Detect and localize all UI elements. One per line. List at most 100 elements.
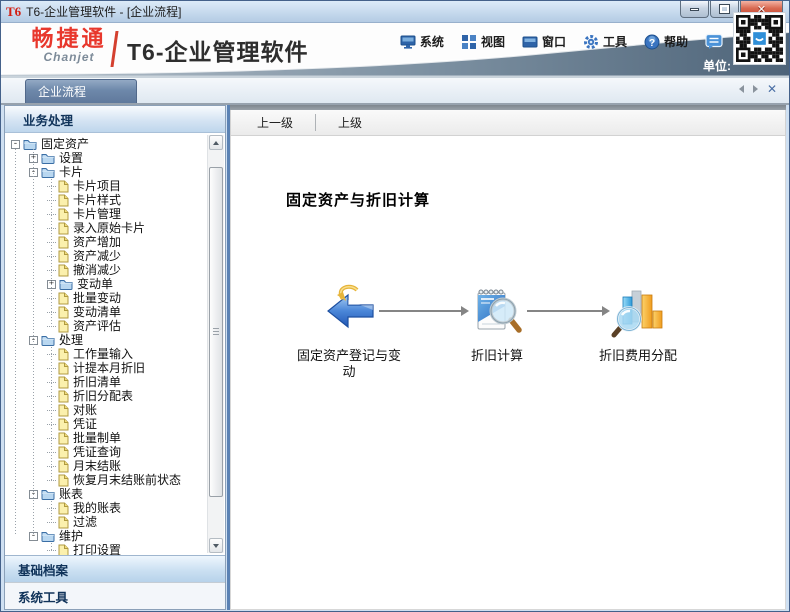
tree-item[interactable]: 折旧清单 xyxy=(5,375,225,389)
gear-icon xyxy=(583,34,598,49)
scrollbar-thumb[interactable] xyxy=(209,167,223,497)
tree-item[interactable]: 卡片管理 xyxy=(5,207,225,221)
file-icon xyxy=(58,292,69,305)
tree-item-label: 卡片项目 xyxy=(73,179,122,193)
tree-item[interactable]: 计提本月折旧 xyxy=(5,361,225,375)
tree-item[interactable]: 变动清单 xyxy=(5,305,225,319)
tree-item[interactable]: 批量变动 xyxy=(5,291,225,305)
tree-item[interactable]: 折旧分配表 xyxy=(5,389,225,403)
flow-toolbar: 上一级 上级 xyxy=(230,110,786,136)
menu-chat[interactable] xyxy=(705,33,723,50)
tree-item[interactable]: 卡片样式 xyxy=(5,193,225,207)
tree-item[interactable]: +设置 xyxy=(5,151,225,165)
tree-item[interactable]: 资产增加 xyxy=(5,235,225,249)
tree-item[interactable]: -维护 xyxy=(5,529,225,543)
flow-step-label: 折旧计算 xyxy=(470,348,523,363)
tree-item-label: 折旧分配表 xyxy=(73,389,134,403)
tree-item[interactable]: 工作量输入 xyxy=(5,347,225,361)
tree-item[interactable]: 批量制单 xyxy=(5,431,225,445)
tree-item[interactable]: 资产评估 xyxy=(5,319,225,333)
tab-scroll-right-icon[interactable] xyxy=(752,85,758,93)
flow-step-label: 固定资产登记与变动 xyxy=(296,348,401,379)
tree-item[interactable]: -账表 xyxy=(5,487,225,501)
sidebar-panel-base-archives[interactable]: 基础档案 xyxy=(5,555,225,582)
tree-item[interactable]: +变动单 xyxy=(5,277,225,291)
file-icon xyxy=(58,362,69,375)
menu-label: 系统 xyxy=(419,35,444,49)
tree-item-label: 资产增加 xyxy=(73,235,122,249)
tree-item[interactable]: 资产减少 xyxy=(5,249,225,263)
scroll-down-icon xyxy=(213,543,219,548)
logo-en-text: Chanjet xyxy=(43,50,95,64)
sidebar-panel-system-tools[interactable]: 系统工具 xyxy=(5,582,225,609)
flow-diagram: 固定资产登记与变动 折旧计算 折旧费用分配 xyxy=(297,284,677,380)
tree-item[interactable]: 撤消减少 xyxy=(5,263,225,277)
flow-step-expense-allocation[interactable]: 折旧费用分配 xyxy=(599,284,677,364)
flow-step-depreciation-calc[interactable]: 折旧计算 xyxy=(467,284,527,364)
help-icon: ? xyxy=(644,34,660,49)
up-level-button[interactable]: 上级 xyxy=(332,114,368,131)
menu-window[interactable]: 窗口 xyxy=(522,33,566,50)
menu-label: 视图 xyxy=(480,35,505,49)
header-banner: 畅捷通 Chanjet T6-企业管理软件 系统 视图 窗口 工具 ? 帮助 单… xyxy=(1,23,789,78)
menu-help[interactable]: ? 帮助 xyxy=(644,33,688,50)
window-body: 业务处理 - 固定资产+设置-卡片卡片项目卡片样式卡片管理录入原始卡片资产增加资产… xyxy=(1,105,789,611)
scroll-down-button[interactable] xyxy=(209,538,223,553)
tree-item[interactable]: - 固定资产 xyxy=(5,137,225,151)
tab-strip: 企业流程 ✕ xyxy=(1,78,789,105)
menu-view[interactable]: 视图 xyxy=(461,33,505,50)
tree-item-label: 凭证查询 xyxy=(73,445,122,459)
tree-item-label: 我的账表 xyxy=(73,501,122,515)
tree-item[interactable]: 凭证 xyxy=(5,417,225,431)
main-area: 上一级 上级 固定资产与折旧计算 固定资产登记与变动 折旧计算 折旧费用分配 xyxy=(230,105,786,610)
tree-item[interactable]: 卡片项目 xyxy=(5,179,225,193)
tree-item[interactable]: 过滤 xyxy=(5,515,225,529)
tree-item-label: 月末结账 xyxy=(73,459,122,473)
tree-item[interactable]: -处理 xyxy=(5,333,225,347)
tree-item[interactable]: -卡片 xyxy=(5,165,225,179)
up-one-level-button[interactable]: 上一级 xyxy=(251,114,299,131)
tree-item-label: 录入原始卡片 xyxy=(73,221,146,235)
tree-toggle-icon[interactable]: - xyxy=(11,139,20,149)
file-icon xyxy=(58,418,69,431)
tree-item[interactable]: 打印设置 xyxy=(5,543,225,555)
tree-item-label: 计提本月折旧 xyxy=(73,361,146,375)
tree-item-label: 工作量输入 xyxy=(73,347,134,361)
tree-item-label: 恢复月末结账前状态 xyxy=(73,473,182,487)
tree-item[interactable]: 录入原始卡片 xyxy=(5,221,225,235)
tree-item-label: 卡片管理 xyxy=(73,207,122,221)
menu-tools[interactable]: 工具 xyxy=(583,33,627,50)
tree-scrollbar[interactable] xyxy=(207,135,224,553)
scroll-up-button[interactable] xyxy=(209,135,223,150)
panel-label: 业务处理 xyxy=(23,113,74,128)
panel-label: 系统工具 xyxy=(18,590,69,605)
scroll-up-icon xyxy=(213,140,219,145)
file-icon xyxy=(58,306,69,319)
title-bar[interactable]: T6 T6-企业管理软件 - [企业流程] xyxy=(1,1,789,23)
sidebar-panel-business[interactable]: 业务处理 xyxy=(5,106,225,133)
tree-item[interactable]: 凭证查询 xyxy=(5,445,225,459)
tree-item[interactable]: 对账 xyxy=(5,403,225,417)
minimize-button[interactable] xyxy=(680,1,709,18)
menu-system[interactable]: 系统 xyxy=(400,33,444,50)
folder-icon xyxy=(23,138,37,150)
tab-scroll-left-icon[interactable] xyxy=(738,85,744,93)
flow-step-label: 折旧费用分配 xyxy=(598,348,677,363)
tree-item-label: 批量变动 xyxy=(73,291,122,305)
tree-item[interactable]: 月末结账 xyxy=(5,459,225,473)
tree-item-label: 撤消减少 xyxy=(73,263,122,277)
window-icon xyxy=(522,36,538,47)
file-icon xyxy=(58,194,69,207)
tree-item-label: 折旧清单 xyxy=(73,375,122,389)
tree-item[interactable]: 恢复月末结账前状态 xyxy=(5,473,225,487)
file-icon xyxy=(58,474,69,487)
flow-step-register[interactable]: 固定资产登记与变动 xyxy=(297,284,401,380)
qr-code xyxy=(733,12,786,65)
grid-icon xyxy=(461,34,476,49)
flow-heading: 固定资产与折旧计算 xyxy=(286,192,431,209)
tree-item[interactable]: 我的账表 xyxy=(5,501,225,515)
tab-close-icon[interactable]: ✕ xyxy=(767,83,777,95)
file-icon xyxy=(58,208,69,221)
file-icon xyxy=(58,264,69,277)
tab-enterprise-flow[interactable]: 企业流程 xyxy=(25,79,137,103)
